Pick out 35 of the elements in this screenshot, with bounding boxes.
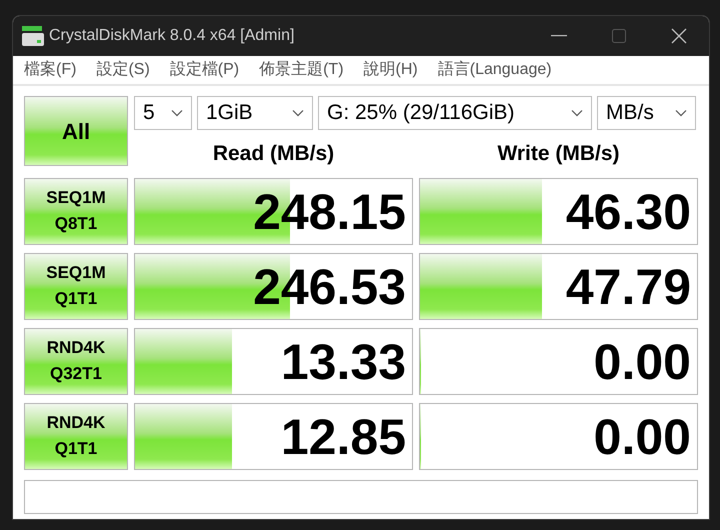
count-select[interactable]: 5	[134, 96, 192, 130]
result-value: 0.00	[594, 332, 691, 390]
minimize-icon	[551, 35, 567, 37]
test-button[interactable]: RND4K Q1T1	[24, 402, 128, 470]
chevron-down-icon	[171, 109, 183, 117]
chevron-down-icon	[571, 109, 583, 117]
menu-item[interactable]: 佈景主題(T)	[259, 58, 344, 82]
test-button[interactable]: SEQ1M Q8T1	[24, 178, 128, 244]
result-value: 47.79	[566, 258, 691, 316]
comment-field[interactable]	[24, 480, 698, 514]
menu-item[interactable]: 設定檔(P)	[170, 58, 240, 82]
window-title: CrystalDiskMark 8.0.4 x64 [Admin]	[49, 26, 294, 46]
unit-select[interactable]: MB/s	[597, 96, 696, 130]
drive-icon	[21, 24, 45, 48]
result-value: 13.33	[280, 332, 406, 390]
drive-select[interactable]: G: 25% (29/116GiB)	[318, 96, 592, 130]
result-value: 0.00	[594, 408, 691, 466]
menu-item[interactable]: 語言(Language)	[438, 58, 552, 82]
menu-item[interactable]: 檔案(F)	[24, 58, 76, 82]
menu-item[interactable]: 設定(S)	[96, 58, 150, 82]
chevron-down-icon	[292, 109, 304, 117]
chevron-down-icon	[675, 109, 687, 117]
close-icon	[671, 28, 687, 44]
result-value: 248.15	[253, 182, 406, 240]
result-value: 246.53	[253, 258, 406, 316]
test-button[interactable]: SEQ1M Q1T1	[24, 252, 128, 320]
column-header: Write (MB/s)	[496, 141, 621, 167]
menu-item[interactable]: 說明(H)	[364, 58, 418, 82]
maximize-icon	[612, 29, 626, 43]
size-select[interactable]: 1GiB	[197, 96, 313, 130]
result-value: 46.30	[566, 182, 691, 240]
column-header: Read (MB/s)	[212, 141, 336, 167]
all-button[interactable]: All	[24, 96, 128, 166]
test-button[interactable]: RND4K Q32T1	[24, 328, 128, 394]
result-value: 12.85	[280, 408, 406, 466]
